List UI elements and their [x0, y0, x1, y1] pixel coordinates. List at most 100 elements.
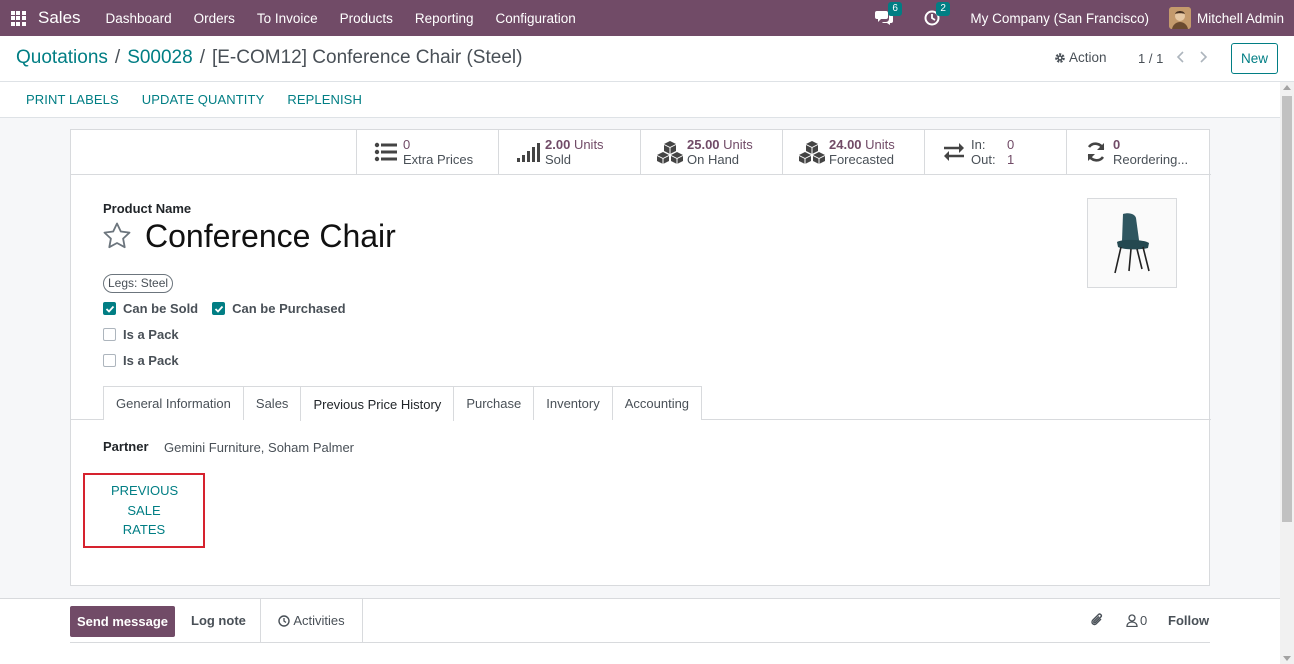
is-pack-label-1[interactable]: Is a Pack	[123, 327, 179, 342]
forecasted-value: 24.00	[829, 137, 862, 152]
paperclip-icon[interactable]	[1090, 612, 1104, 631]
cubes-icon	[656, 139, 684, 165]
activities-label: Activities	[293, 613, 345, 628]
sold-value: 2.00	[545, 137, 571, 152]
is-pack-row-1: Is a Pack	[103, 327, 179, 342]
vertical-scrollbar[interactable]	[1280, 82, 1294, 664]
app-name[interactable]: Sales	[38, 8, 81, 28]
notebook-tabs: General Information Sales Previous Price…	[71, 386, 1211, 421]
menu-to-invoice[interactable]: To Invoice	[246, 11, 329, 26]
can-be-sold-checkbox[interactable]	[103, 302, 116, 315]
out-label: Out:	[971, 152, 996, 167]
messaging-icon[interactable]: 6	[874, 2, 902, 28]
breadcrumb: Quotations / S00028 / [E-COM12] Conferen…	[16, 47, 522, 69]
action-menu-button[interactable]: Action	[1054, 50, 1107, 65]
log-note-button[interactable]: Log note	[191, 613, 246, 628]
partner-label: Partner	[103, 439, 149, 454]
is-pack-checkbox-1[interactable]	[103, 328, 116, 341]
product-name-label: Product Name	[103, 201, 192, 216]
favorite-star-icon[interactable]	[102, 221, 132, 254]
sale-purchase-checkboxes: Can be Sold Can be Purchased	[103, 301, 346, 316]
list-icon	[372, 139, 400, 165]
can-be-sold-label[interactable]: Can be Sold	[123, 301, 198, 316]
out-value: 1	[1007, 152, 1015, 167]
tab-sales[interactable]: Sales	[242, 386, 302, 420]
breadcrumb-separator: /	[114, 47, 121, 68]
form-statusbar: PRINT LABELS UPDATE QUANTITY REPLENISH	[0, 82, 1280, 118]
activities-badge: 2	[936, 2, 950, 16]
sold-unit: Units	[573, 137, 604, 152]
form-sheet: 0 Extra Prices 2.00 Units Sold 25.00 Uni…	[70, 129, 1211, 586]
breadcrumb-quotations[interactable]: Quotations	[16, 47, 108, 69]
breadcrumb-current: [E-COM12] Conference Chair (Steel)	[211, 47, 523, 68]
scroll-down-arrow-icon[interactable]	[1283, 656, 1291, 661]
in-label: In:	[971, 137, 986, 152]
menu-configuration[interactable]: Configuration	[484, 11, 586, 26]
on-hand-label: On Hand	[687, 152, 740, 167]
smart-button-box: 0 Extra Prices 2.00 Units Sold 25.00 Uni…	[71, 130, 1211, 175]
user-avatar[interactable]	[1168, 7, 1191, 29]
tab-inventory[interactable]: Inventory	[533, 386, 613, 420]
attribute-tag: Legs: Steel	[103, 274, 174, 293]
refresh-icon	[1082, 139, 1110, 165]
company-switcher[interactable]: My Company (San Francisco)	[970, 11, 1149, 26]
breadcrumb-order[interactable]: S00028	[127, 47, 193, 69]
is-pack-label-2[interactable]: Is a Pack	[123, 353, 179, 368]
on-hand-button[interactable]: 25.00 Units On Hand	[640, 130, 782, 174]
new-button[interactable]: New	[1231, 43, 1278, 74]
scroll-thumb[interactable]	[1282, 96, 1292, 522]
activity-clock-icon[interactable]: 2	[922, 2, 950, 28]
send-message-button[interactable]: Send message	[70, 606, 175, 637]
pager-value[interactable]: 1 / 1	[1138, 51, 1163, 66]
replenish-button[interactable]: REPLENISH	[287, 92, 362, 107]
tab-previous-price-history[interactable]: Previous Price History	[300, 386, 455, 421]
gear-icon	[1055, 52, 1065, 63]
chatter-divider	[70, 642, 1210, 643]
extra-prices-value: 0	[403, 137, 411, 152]
can-be-purchased-label[interactable]: Can be Purchased	[232, 301, 345, 316]
in-out-button[interactable]: In: 0 Out: 1	[924, 130, 1066, 174]
tab-purchase[interactable]: Purchase	[453, 386, 535, 420]
chatter: Send message Log note Activities 0 Follo…	[0, 598, 1280, 664]
apps-menu-icon[interactable]	[0, 0, 36, 36]
pager-previous-icon[interactable]	[1175, 49, 1187, 68]
product-image[interactable]	[1087, 198, 1177, 288]
tab-general-information[interactable]: General Information	[103, 386, 244, 420]
can-be-purchased-checkbox[interactable]	[212, 302, 226, 315]
is-pack-checkbox-2[interactable]	[103, 354, 116, 367]
top-menu: Dashboard Orders To Invoice Products Rep…	[95, 11, 587, 26]
followers-button[interactable]: 0	[1126, 613, 1147, 628]
signal-bars-icon	[514, 139, 542, 165]
cubes-icon	[798, 139, 826, 165]
menu-products[interactable]: Products	[329, 11, 404, 26]
reordering-button[interactable]: 0 Reordering...	[1066, 130, 1211, 174]
sold-button[interactable]: 2.00 Units Sold	[498, 130, 640, 174]
scroll-up-arrow-icon[interactable]	[1283, 85, 1291, 90]
messages-badge: 6	[888, 2, 902, 16]
extra-prices-button[interactable]: 0 Extra Prices	[356, 130, 498, 174]
follow-button[interactable]: Follow	[1168, 613, 1209, 628]
previous-sale-rates-button[interactable]: PREVIOUS SALE RATES	[83, 473, 205, 548]
forecasted-button[interactable]: 24.00 Units Forecasted	[782, 130, 924, 174]
forecasted-unit: Units	[865, 137, 895, 152]
partner-field[interactable]: Gemini Furniture, Soham Palmer	[164, 440, 354, 455]
pager-next-icon[interactable]	[1197, 49, 1209, 68]
menu-dashboard[interactable]: Dashboard	[95, 11, 183, 26]
followers-count: 0	[1140, 613, 1148, 628]
menu-orders[interactable]: Orders	[183, 11, 246, 26]
activities-button[interactable]: Activities	[260, 599, 363, 642]
on-hand-unit: Units	[723, 137, 753, 152]
is-pack-row-2: Is a Pack	[103, 353, 179, 368]
print-labels-button[interactable]: PRINT LABELS	[26, 92, 119, 107]
update-quantity-button[interactable]: UPDATE QUANTITY	[142, 92, 265, 107]
tab-accounting[interactable]: Accounting	[611, 386, 703, 420]
systray: 6 2 My Company (San Francisco) Mitchell …	[874, 0, 1294, 36]
product-name-input[interactable]: Conference Chair	[145, 218, 396, 255]
breadcrumb-separator: /	[199, 47, 205, 68]
control-panel: Quotations / S00028 / [E-COM12] Conferen…	[0, 36, 1294, 82]
clock-icon	[278, 614, 291, 627]
menu-reporting[interactable]: Reporting	[404, 11, 485, 26]
chair-image-icon	[1114, 213, 1150, 274]
user-menu[interactable]: Mitchell Admin	[1197, 11, 1284, 26]
forecasted-label: Forecasted	[829, 152, 895, 167]
